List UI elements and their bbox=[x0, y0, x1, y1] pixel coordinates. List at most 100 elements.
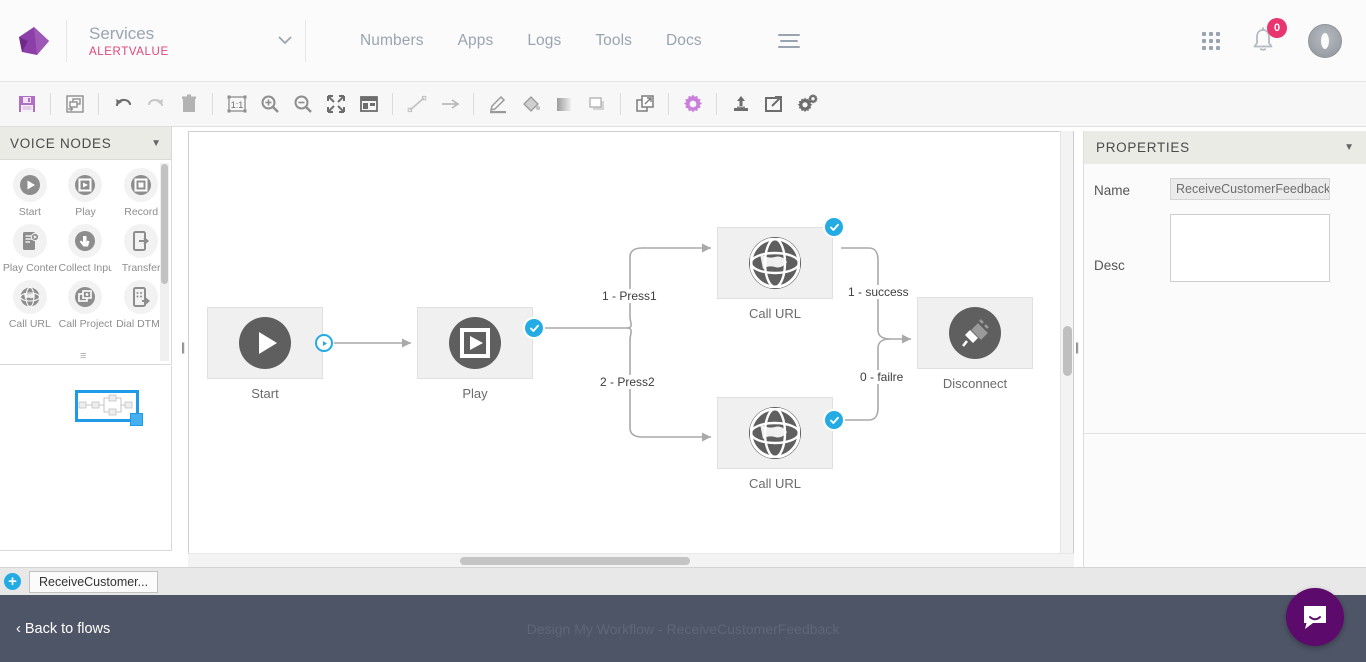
node-box[interactable] bbox=[717, 227, 833, 299]
canvas-vertical-scrollbar-thumb[interactable] bbox=[1063, 326, 1072, 376]
service-title: Services bbox=[89, 23, 155, 43]
node-start[interactable]: Start bbox=[207, 307, 333, 401]
left-splitter-handle[interactable]: || bbox=[181, 340, 185, 354]
voice-nodes-collapse-chevron-down-icon[interactable]: ▼ bbox=[151, 138, 161, 149]
node-play[interactable]: Play bbox=[417, 307, 543, 401]
palette-item-start[interactable]: Start bbox=[2, 168, 58, 218]
settings-button[interactable] bbox=[676, 88, 709, 121]
zoom-in-button[interactable] bbox=[253, 88, 286, 121]
main-area: VOICE NODES ▼ Start Play Record Play Con… bbox=[0, 127, 1366, 590]
publish-button[interactable] bbox=[724, 88, 757, 121]
grid-layout-icon bbox=[359, 96, 378, 112]
gradient-button[interactable] bbox=[547, 88, 580, 121]
footer-bar: ‹ Back to flows Design My Workflow - Rec… bbox=[0, 595, 1366, 662]
palette-resize-handle[interactable]: ≡ bbox=[80, 350, 87, 362]
arrow-button[interactable] bbox=[433, 88, 466, 121]
shadow-button[interactable] bbox=[580, 88, 613, 121]
toolbar-separator-3 bbox=[212, 93, 213, 115]
voice-nodes-header: VOICE NODES ▼ bbox=[0, 127, 171, 160]
minimap-viewport[interactable] bbox=[75, 390, 143, 426]
flow-canvas-container[interactable]: Start Play Call URL Call URL Disconnect … bbox=[188, 131, 1074, 568]
palette-item-play-content[interactable]: Play Conter bbox=[2, 224, 58, 274]
zoom-in-icon bbox=[261, 95, 279, 113]
line-button[interactable] bbox=[400, 88, 433, 121]
palette-label: Collect Inpu bbox=[58, 262, 113, 274]
export-button[interactable] bbox=[58, 88, 91, 121]
advanced-settings-button[interactable] bbox=[790, 88, 823, 121]
node-start-output-port[interactable] bbox=[315, 334, 333, 352]
line-color-button[interactable] bbox=[481, 88, 514, 121]
desc-input[interactable] bbox=[1170, 214, 1330, 282]
palette-item-call-url[interactable]: Call URL bbox=[2, 280, 58, 330]
undo-button[interactable] bbox=[106, 88, 139, 121]
hamburger-icon[interactable] bbox=[777, 31, 804, 51]
save-button[interactable] bbox=[10, 88, 43, 121]
canvas-vertical-scrollbar[interactable] bbox=[1060, 131, 1073, 559]
nav-item-apps[interactable]: Apps bbox=[458, 32, 494, 50]
nav-item-tools[interactable]: Tools bbox=[595, 32, 632, 50]
back-to-flows-link[interactable]: ‹ Back to flows bbox=[16, 621, 110, 637]
app-root: Services ALERTVALUE Numbers Apps Logs To… bbox=[0, 0, 1366, 662]
grid-button[interactable] bbox=[352, 88, 385, 121]
fit-page-button[interactable] bbox=[319, 88, 352, 121]
nav-item-logs[interactable]: Logs bbox=[527, 32, 561, 50]
play-square-icon bbox=[68, 168, 103, 202]
to-front-button[interactable] bbox=[628, 88, 661, 121]
actual-size-button[interactable]: 1:1 bbox=[220, 88, 253, 121]
node-play-status-check-icon[interactable] bbox=[525, 319, 543, 337]
properties-collapse-chevron-down-icon[interactable]: ▼ bbox=[1344, 142, 1354, 153]
nav-item-numbers[interactable]: Numbers bbox=[360, 32, 424, 50]
voice-nodes-title: VOICE NODES bbox=[10, 135, 112, 151]
logo-icon bbox=[19, 26, 49, 55]
service-selector[interactable]: Services ALERTVALUE bbox=[67, 13, 265, 69]
palette-item-play[interactable]: Play bbox=[58, 168, 114, 218]
upload-icon bbox=[733, 96, 748, 111]
right-splitter-handle[interactable]: || bbox=[1075, 340, 1079, 354]
notifications-bell[interactable]: 0 bbox=[1250, 17, 1287, 56]
node-call-url-1[interactable]: Call URL bbox=[717, 218, 843, 321]
node-box[interactable] bbox=[717, 397, 833, 469]
node-call-url-1-status-check-icon[interactable] bbox=[825, 218, 843, 236]
apps-grid-icon[interactable] bbox=[1202, 31, 1220, 50]
delete-button[interactable] bbox=[172, 88, 205, 121]
open-external-button[interactable] bbox=[757, 88, 790, 121]
name-label: Name bbox=[1094, 183, 1131, 198]
trash-icon bbox=[181, 94, 196, 112]
minimap-thumbnail bbox=[78, 394, 133, 416]
canvas-horizontal-scrollbar[interactable] bbox=[188, 553, 1074, 567]
add-flow-tab-button[interactable]: + bbox=[4, 573, 21, 590]
node-call-url-2[interactable]: Call URL bbox=[717, 397, 843, 491]
user-avatar[interactable] bbox=[1308, 23, 1342, 58]
service-chevron-down-icon[interactable] bbox=[265, 36, 305, 45]
palette-item-call-project[interactable]: Call Project bbox=[58, 280, 114, 330]
zoom-out-button[interactable] bbox=[286, 88, 319, 121]
minimap-resize-handle[interactable] bbox=[130, 413, 143, 426]
node-box[interactable] bbox=[917, 297, 1033, 369]
canvas-horizontal-scrollbar-thumb[interactable] bbox=[460, 557, 690, 565]
avatar-icon bbox=[1321, 32, 1329, 49]
fill-color-button[interactable] bbox=[514, 88, 547, 121]
node-label: Call URL bbox=[748, 306, 801, 321]
palette-label: Record bbox=[124, 206, 159, 218]
redo-button[interactable] bbox=[139, 88, 172, 121]
play-circle-icon bbox=[239, 317, 291, 369]
toolbar-separator-6 bbox=[620, 93, 621, 115]
app-logo[interactable] bbox=[0, 24, 66, 58]
flow-canvas[interactable]: Start Play Call URL Call URL Disconnect … bbox=[189, 132, 1073, 567]
nav-item-docs[interactable]: Docs bbox=[666, 32, 702, 50]
palette-label: Call Project bbox=[58, 318, 113, 330]
node-box[interactable] bbox=[207, 307, 323, 379]
name-input[interactable]: ReceiveCustomerFeedback bbox=[1170, 178, 1330, 200]
flow-tab-receive-customer[interactable]: ReceiveCustomer... bbox=[29, 570, 159, 593]
chat-launcher-button[interactable] bbox=[1286, 588, 1344, 646]
node-box[interactable] bbox=[417, 307, 533, 379]
palette-scrollbar-thumb[interactable] bbox=[161, 164, 168, 284]
export-shapes-icon bbox=[65, 95, 84, 113]
palette-scrollbar[interactable] bbox=[160, 163, 169, 361]
footer-workflow-title: Design My Workflow - ReceiveCustomerFeed… bbox=[526, 620, 840, 637]
palette-label: Transfer bbox=[121, 262, 161, 274]
node-disconnect[interactable]: Disconnect bbox=[917, 297, 1033, 391]
record-square-icon bbox=[124, 168, 159, 202]
palette-item-collect-input[interactable]: Collect Inpu bbox=[58, 224, 114, 274]
node-call-url-2-status-check-icon[interactable] bbox=[825, 411, 843, 429]
